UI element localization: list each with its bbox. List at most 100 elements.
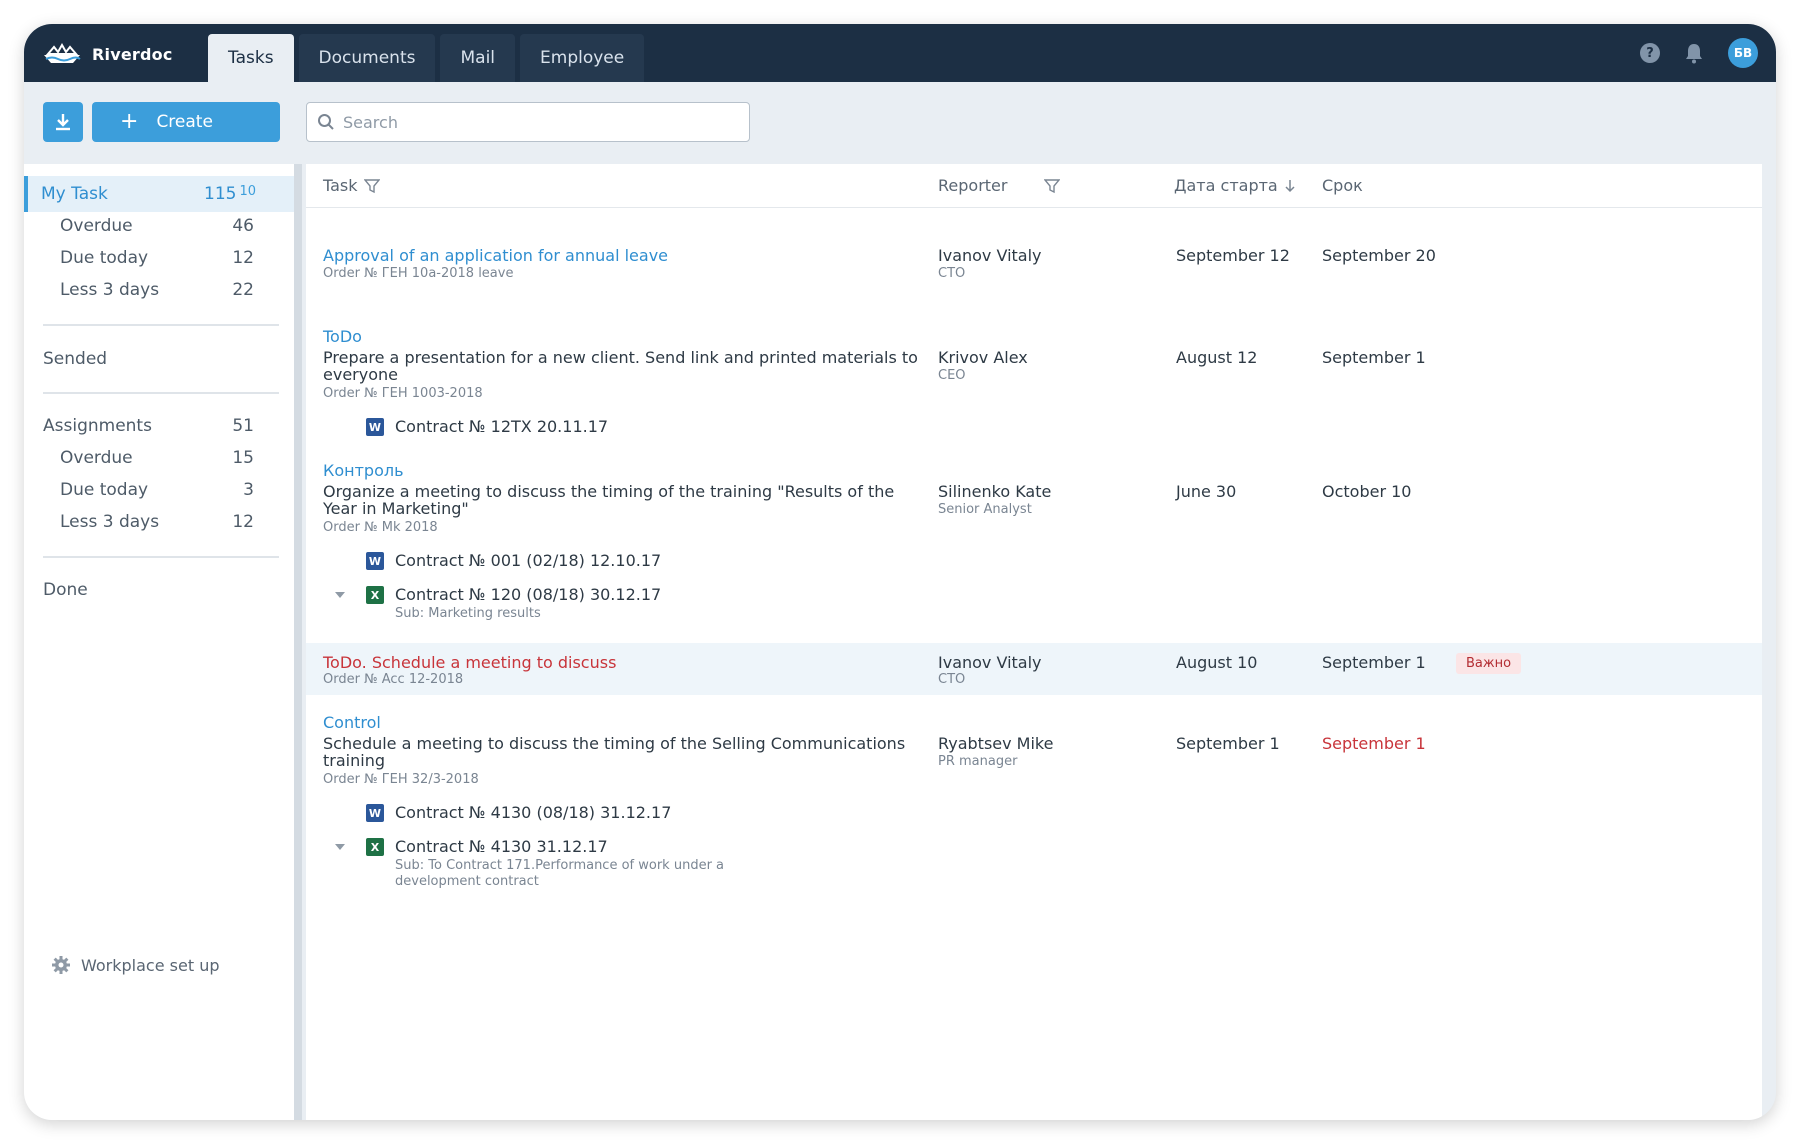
- reporter-name: Ivanov Vitaly: [938, 246, 1042, 265]
- attachment-link[interactable]: Contract № 12ТХ 20.11.17: [395, 417, 608, 436]
- word-file-icon: W: [366, 418, 384, 436]
- reporter-name: Krivov Alex: [938, 348, 1028, 367]
- task-category-link[interactable]: Control: [323, 713, 381, 732]
- sidebar-divider: [43, 324, 279, 326]
- create-button[interactable]: + Create: [92, 102, 280, 142]
- tab-documents[interactable]: Documents: [298, 34, 436, 82]
- task-description[interactable]: Year in Marketing": [323, 499, 469, 518]
- column-label: Дата старта: [1174, 176, 1278, 195]
- workplace-setup-button[interactable]: Workplace set up: [51, 955, 219, 975]
- help-icon[interactable]: ?: [1640, 43, 1660, 63]
- attachment-link[interactable]: Contract № 120 (08/18) 30.12.17: [395, 585, 661, 604]
- sidebar-item-label: Less 3 days: [60, 280, 160, 300]
- expand-caret-icon[interactable]: [335, 592, 345, 598]
- sidebar-item-count: 12: [232, 248, 254, 268]
- download-icon: [56, 114, 70, 131]
- app-name: Riverdoc: [92, 44, 173, 64]
- reporter-role: CEO: [938, 368, 966, 383]
- filter-icon[interactable]: [363, 178, 380, 194]
- column-label: Reporter: [938, 176, 1008, 195]
- tab-employee[interactable]: Employee: [520, 34, 645, 82]
- sidebar-item-assign-overdue[interactable]: Overdue 15: [24, 440, 294, 476]
- sidebar-item-label: Overdue: [60, 216, 133, 236]
- sidebar-item-count: 22: [232, 280, 254, 300]
- sidebar-item-count: 46: [232, 216, 254, 236]
- attachment-link[interactable]: Contract № 4130 (08/18) 31.12.17: [395, 803, 671, 822]
- sidebar-item-count: 3: [243, 480, 254, 500]
- column-reporter[interactable]: Reporter: [938, 176, 1007, 195]
- sidebar: My Task 115 10 Overdue 46 Due today 12 Le…: [24, 164, 294, 1120]
- task-order: Order № ГЕН 32/3-2018: [323, 772, 479, 787]
- sidebar-item-sended[interactable]: Sended: [24, 341, 294, 377]
- task-order: Order № ГЕН 10а-2018 leave: [323, 266, 514, 281]
- start-date: September 12: [1176, 246, 1290, 265]
- sidebar-item-done[interactable]: Done: [24, 572, 294, 608]
- sidebar-item-label: Sended: [43, 349, 108, 369]
- sidebar-item-label: Done: [43, 580, 88, 600]
- boat-logo-icon: [44, 43, 81, 63]
- user-avatar[interactable]: БВ: [1728, 38, 1758, 68]
- word-file-icon: W: [366, 552, 384, 570]
- reporter-name: Ryabtsev Mike: [938, 734, 1054, 753]
- attachment-subtitle: Sub: Marketing results: [395, 606, 541, 621]
- sidebar-item-my-task[interactable]: My Task 115 10: [24, 176, 294, 212]
- plus-icon: +: [120, 109, 139, 134]
- word-file-icon: W: [366, 804, 384, 822]
- column-task[interactable]: Task: [323, 176, 380, 195]
- sidebar-item-label: Assignments: [43, 416, 152, 436]
- start-date: August 12: [1176, 348, 1258, 367]
- attachment-link[interactable]: Contract № 001 (02/18) 12.10.17: [395, 551, 661, 570]
- task-title-link[interactable]: ToDo. Schedule a meeting to discuss: [323, 653, 616, 672]
- task-order: Order № Mk 2018: [323, 520, 438, 535]
- sort-down-icon[interactable]: [1284, 179, 1296, 193]
- sidebar-item-less-3-days[interactable]: Less 3 days 22: [24, 272, 294, 308]
- bell-icon[interactable]: [1684, 42, 1704, 64]
- column-label: Срок: [1322, 176, 1363, 195]
- task-order: Order № Acc 12-2018: [323, 672, 464, 687]
- excel-file-icon: X: [366, 838, 384, 856]
- sidebar-item-assign-less-3-days[interactable]: Less 3 days 12: [24, 504, 294, 540]
- task-category-link[interactable]: Контроль: [323, 461, 404, 480]
- main-tabs: Tasks Documents Mail Employee: [208, 34, 649, 82]
- reporter-role: CTO: [938, 672, 966, 687]
- task-category-link[interactable]: ToDo: [323, 327, 362, 346]
- filter-icon[interactable]: [1044, 178, 1060, 194]
- table-header: Task Reporter Дата старта Срок: [306, 164, 1762, 208]
- sidebar-item-count: 115 10: [204, 184, 256, 204]
- task-list-panel: Task Reporter Дата старта Срок Approval …: [306, 164, 1762, 1120]
- task-description[interactable]: training: [323, 751, 385, 770]
- start-date: August 10: [1176, 653, 1258, 672]
- sidebar-item-count: 12: [232, 512, 254, 532]
- download-button[interactable]: [43, 102, 83, 142]
- task-title-link[interactable]: Approval of an application for annual le…: [323, 246, 668, 265]
- tab-tasks[interactable]: Tasks: [208, 34, 294, 82]
- deadline-date: September 1: [1322, 348, 1426, 367]
- sidebar-item-label: Overdue: [60, 448, 133, 468]
- sidebar-divider: [43, 556, 279, 558]
- sidebar-scrollbar[interactable]: [294, 164, 302, 1120]
- tab-mail[interactable]: Mail: [440, 34, 516, 82]
- reporter-role: PR manager: [938, 754, 1018, 769]
- start-date: June 30: [1176, 482, 1237, 501]
- deadline-date: September 20: [1322, 246, 1436, 265]
- attachment-subtitle: Sub: To Contract 171.Performance of work…: [395, 858, 725, 873]
- column-deadline[interactable]: Срок: [1322, 176, 1363, 195]
- sidebar-item-label: Less 3 days: [60, 512, 160, 532]
- task-description[interactable]: Schedule a meeting to discuss the timing…: [323, 734, 905, 753]
- search-input[interactable]: [343, 112, 723, 132]
- brand[interactable]: Riverdoc: [42, 40, 173, 68]
- top-navbar: Riverdoc Tasks Documents Mail Employee ?…: [24, 24, 1776, 82]
- sidebar-item-assign-due-today[interactable]: Due today 3: [24, 472, 294, 508]
- sidebar-item-overdue[interactable]: Overdue 46: [24, 208, 294, 244]
- reporter-name: Ivanov Vitaly: [938, 653, 1042, 672]
- top-actions: ? БВ: [1640, 38, 1758, 68]
- expand-caret-icon[interactable]: [335, 844, 345, 850]
- task-description[interactable]: Prepare a presentation for a new client.…: [323, 348, 918, 367]
- column-start-date[interactable]: Дата старта: [1174, 176, 1296, 195]
- sidebar-item-assignments[interactable]: Assignments 51: [24, 408, 294, 444]
- attachment-link[interactable]: Contract № 4130 31.12.17: [395, 837, 608, 856]
- sidebar-item-due-today[interactable]: Due today 12: [24, 240, 294, 276]
- task-description[interactable]: everyone: [323, 365, 398, 384]
- search-box[interactable]: [306, 102, 750, 142]
- reporter-role: CTO: [938, 266, 966, 281]
